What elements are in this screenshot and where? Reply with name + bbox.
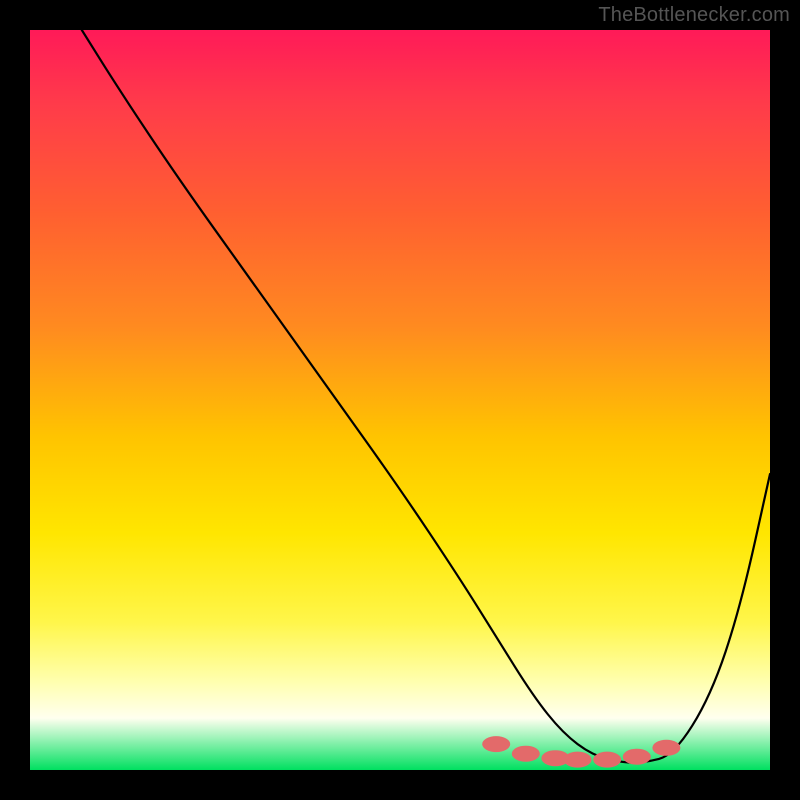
chart-marker	[593, 752, 621, 768]
chart-marker	[482, 736, 510, 752]
chart-marker	[564, 752, 592, 768]
chart-marker	[652, 740, 680, 756]
chart-curve	[82, 30, 770, 763]
watermark-label: TheBottlenecker.com	[598, 4, 790, 27]
chart-markers	[482, 736, 680, 768]
chart-plot-area	[30, 30, 770, 770]
chart-marker	[623, 749, 651, 765]
chart-marker	[512, 746, 540, 762]
chart-svg	[30, 30, 770, 770]
